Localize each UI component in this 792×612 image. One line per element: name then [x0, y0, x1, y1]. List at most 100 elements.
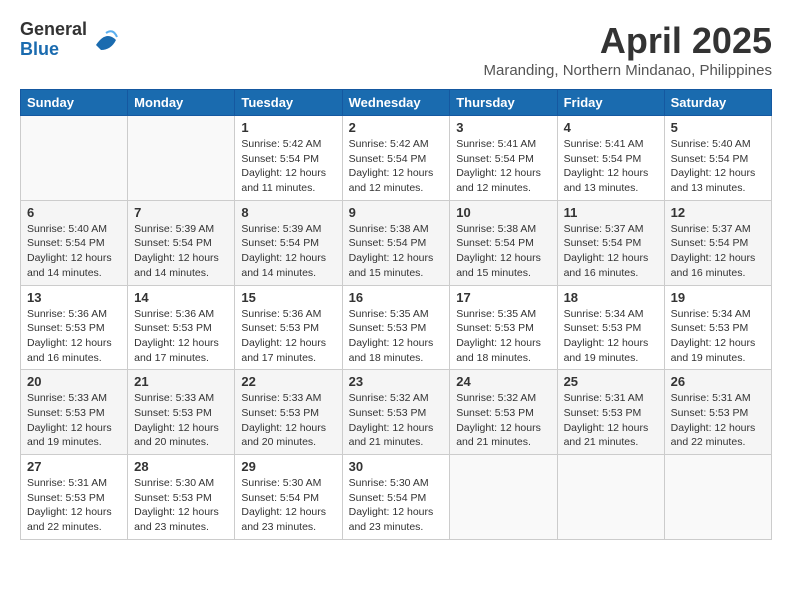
- calendar-cell: 29 Sunrise: 5:30 AM Sunset: 5:54 PM Dayli…: [235, 455, 342, 540]
- logo-blue-text: Blue: [20, 40, 87, 60]
- day-number: 28: [134, 459, 228, 474]
- day-number: 15: [241, 290, 335, 305]
- day-number: 24: [456, 374, 550, 389]
- day-info: Sunrise: 5:42 AM Sunset: 5:54 PM Dayligh…: [241, 137, 335, 196]
- day-number: 18: [564, 290, 658, 305]
- day-number: 26: [671, 374, 765, 389]
- day-info: Sunrise: 5:36 AM Sunset: 5:53 PM Dayligh…: [134, 307, 228, 366]
- day-info: Sunrise: 5:38 AM Sunset: 5:54 PM Dayligh…: [349, 222, 444, 281]
- calendar-cell: 12 Sunrise: 5:37 AM Sunset: 5:54 PM Dayli…: [664, 200, 771, 285]
- day-number: 16: [349, 290, 444, 305]
- calendar-cell: 20 Sunrise: 5:33 AM Sunset: 5:53 PM Dayli…: [21, 370, 128, 455]
- calendar-cell: 14Sunrise: 5:36 AM Sunset: 5:53 PM Dayli…: [128, 285, 235, 370]
- day-number: 27: [27, 459, 121, 474]
- calendar-cell: 17 Sunrise: 5:35 AM Sunset: 5:53 PM Dayli…: [450, 285, 557, 370]
- calendar-table: SundayMondayTuesdayWednesdayThursdayFrid…: [20, 89, 772, 540]
- calendar-week-row: 1 Sunrise: 5:42 AM Sunset: 5:54 PM Daylig…: [21, 116, 772, 201]
- calendar-cell: 2Sunrise: 5:42 AM Sunset: 5:54 PM Daylig…: [342, 116, 450, 201]
- day-info: Sunrise: 5:37 AM Sunset: 5:54 PM Dayligh…: [671, 222, 765, 281]
- day-number: 1: [241, 120, 335, 135]
- day-info: Sunrise: 5:40 AM Sunset: 5:54 PM Dayligh…: [27, 222, 121, 281]
- day-info: Sunrise: 5:30 AM Sunset: 5:53 PM Dayligh…: [134, 476, 228, 535]
- day-info: Sunrise: 5:36 AM Sunset: 5:53 PM Dayligh…: [241, 307, 335, 366]
- logo-general-text: General: [20, 20, 87, 40]
- day-of-week-header: Friday: [557, 90, 664, 116]
- day-of-week-header: Wednesday: [342, 90, 450, 116]
- page-header: General Blue April 2025 Maranding, North…: [20, 20, 772, 79]
- calendar-cell: [21, 116, 128, 201]
- calendar-cell: 26 Sunrise: 5:31 AM Sunset: 5:53 PM Dayli…: [664, 370, 771, 455]
- day-info: Sunrise: 5:31 AM Sunset: 5:53 PM Dayligh…: [27, 476, 121, 535]
- day-number: 7: [134, 205, 228, 220]
- day-number: 23: [349, 374, 444, 389]
- day-info: Sunrise: 5:35 AM Sunset: 5:53 PM Dayligh…: [349, 307, 444, 366]
- day-info: Sunrise: 5:30 AM Sunset: 5:54 PM Dayligh…: [349, 476, 444, 535]
- day-info: Sunrise: 5:33 AM Sunset: 5:53 PM Dayligh…: [27, 391, 121, 450]
- location-title: Maranding, Northern Mindanao, Philippine…: [483, 62, 772, 79]
- day-info: Sunrise: 5:37 AM Sunset: 5:54 PM Dayligh…: [564, 222, 658, 281]
- logo-icon: [91, 25, 121, 55]
- day-number: 10: [456, 205, 550, 220]
- calendar-week-row: 13 Sunrise: 5:36 AM Sunset: 5:53 PM Dayli…: [21, 285, 772, 370]
- calendar-cell: 13 Sunrise: 5:36 AM Sunset: 5:53 PM Dayli…: [21, 285, 128, 370]
- day-number: 11: [564, 205, 658, 220]
- day-info: Sunrise: 5:30 AM Sunset: 5:54 PM Dayligh…: [241, 476, 335, 535]
- day-number: 13: [27, 290, 121, 305]
- calendar-cell: 6 Sunrise: 5:40 AM Sunset: 5:54 PM Daylig…: [21, 200, 128, 285]
- day-info: Sunrise: 5:41 AM Sunset: 5:54 PM Dayligh…: [564, 137, 658, 196]
- day-of-week-header: Sunday: [21, 90, 128, 116]
- day-number: 8: [241, 205, 335, 220]
- title-block: April 2025 Maranding, Northern Mindanao,…: [483, 20, 772, 79]
- calendar-cell: 8Sunrise: 5:39 AM Sunset: 5:54 PM Daylig…: [235, 200, 342, 285]
- calendar-cell: 28 Sunrise: 5:30 AM Sunset: 5:53 PM Dayli…: [128, 455, 235, 540]
- day-info: Sunrise: 5:33 AM Sunset: 5:53 PM Dayligh…: [241, 391, 335, 450]
- calendar-cell: [128, 116, 235, 201]
- calendar-cell: 22 Sunrise: 5:33 AM Sunset: 5:53 PM Dayli…: [235, 370, 342, 455]
- calendar-cell: [664, 455, 771, 540]
- day-number: 2: [349, 120, 444, 135]
- calendar-cell: 9Sunrise: 5:38 AM Sunset: 5:54 PM Daylig…: [342, 200, 450, 285]
- day-number: 3: [456, 120, 550, 135]
- day-info: Sunrise: 5:31 AM Sunset: 5:53 PM Dayligh…: [671, 391, 765, 450]
- day-number: 5: [671, 120, 765, 135]
- calendar-cell: 24 Sunrise: 5:32 AM Sunset: 5:53 PM Dayli…: [450, 370, 557, 455]
- day-info: Sunrise: 5:33 AM Sunset: 5:53 PM Dayligh…: [134, 391, 228, 450]
- day-info: Sunrise: 5:39 AM Sunset: 5:54 PM Dayligh…: [134, 222, 228, 281]
- day-number: 12: [671, 205, 765, 220]
- day-of-week-header: Thursday: [450, 90, 557, 116]
- calendar-cell: [450, 455, 557, 540]
- day-info: Sunrise: 5:32 AM Sunset: 5:53 PM Dayligh…: [456, 391, 550, 450]
- day-info: Sunrise: 5:38 AM Sunset: 5:54 PM Dayligh…: [456, 222, 550, 281]
- day-number: 30: [349, 459, 444, 474]
- calendar-cell: 3 Sunrise: 5:41 AM Sunset: 5:54 PM Daylig…: [450, 116, 557, 201]
- day-of-week-header: Saturday: [664, 90, 771, 116]
- month-title: April 2025: [483, 20, 772, 62]
- calendar-cell: 1 Sunrise: 5:42 AM Sunset: 5:54 PM Daylig…: [235, 116, 342, 201]
- day-of-week-header: Tuesday: [235, 90, 342, 116]
- calendar-cell: 25Sunrise: 5:31 AM Sunset: 5:53 PM Dayli…: [557, 370, 664, 455]
- calendar-header-row: SundayMondayTuesdayWednesdayThursdayFrid…: [21, 90, 772, 116]
- calendar-cell: [557, 455, 664, 540]
- day-number: 20: [27, 374, 121, 389]
- day-info: Sunrise: 5:35 AM Sunset: 5:53 PM Dayligh…: [456, 307, 550, 366]
- calendar-cell: 5Sunrise: 5:40 AM Sunset: 5:54 PM Daylig…: [664, 116, 771, 201]
- day-info: Sunrise: 5:41 AM Sunset: 5:54 PM Dayligh…: [456, 137, 550, 196]
- day-info: Sunrise: 5:34 AM Sunset: 5:53 PM Dayligh…: [671, 307, 765, 366]
- day-number: 22: [241, 374, 335, 389]
- day-number: 17: [456, 290, 550, 305]
- calendar-cell: 21Sunrise: 5:33 AM Sunset: 5:53 PM Dayli…: [128, 370, 235, 455]
- day-number: 19: [671, 290, 765, 305]
- calendar-cell: 19 Sunrise: 5:34 AM Sunset: 5:53 PM Dayli…: [664, 285, 771, 370]
- day-info: Sunrise: 5:34 AM Sunset: 5:53 PM Dayligh…: [564, 307, 658, 366]
- day-number: 6: [27, 205, 121, 220]
- calendar-cell: 27 Sunrise: 5:31 AM Sunset: 5:53 PM Dayli…: [21, 455, 128, 540]
- logo: General Blue: [20, 20, 121, 60]
- calendar-cell: 23 Sunrise: 5:32 AM Sunset: 5:53 PM Dayli…: [342, 370, 450, 455]
- calendar-cell: 10 Sunrise: 5:38 AM Sunset: 5:54 PM Dayli…: [450, 200, 557, 285]
- day-number: 29: [241, 459, 335, 474]
- day-info: Sunrise: 5:36 AM Sunset: 5:53 PM Dayligh…: [27, 307, 121, 366]
- calendar-cell: 30 Sunrise: 5:30 AM Sunset: 5:54 PM Dayli…: [342, 455, 450, 540]
- day-info: Sunrise: 5:32 AM Sunset: 5:53 PM Dayligh…: [349, 391, 444, 450]
- calendar-week-row: 27 Sunrise: 5:31 AM Sunset: 5:53 PM Dayli…: [21, 455, 772, 540]
- calendar-cell: 11 Sunrise: 5:37 AM Sunset: 5:54 PM Dayli…: [557, 200, 664, 285]
